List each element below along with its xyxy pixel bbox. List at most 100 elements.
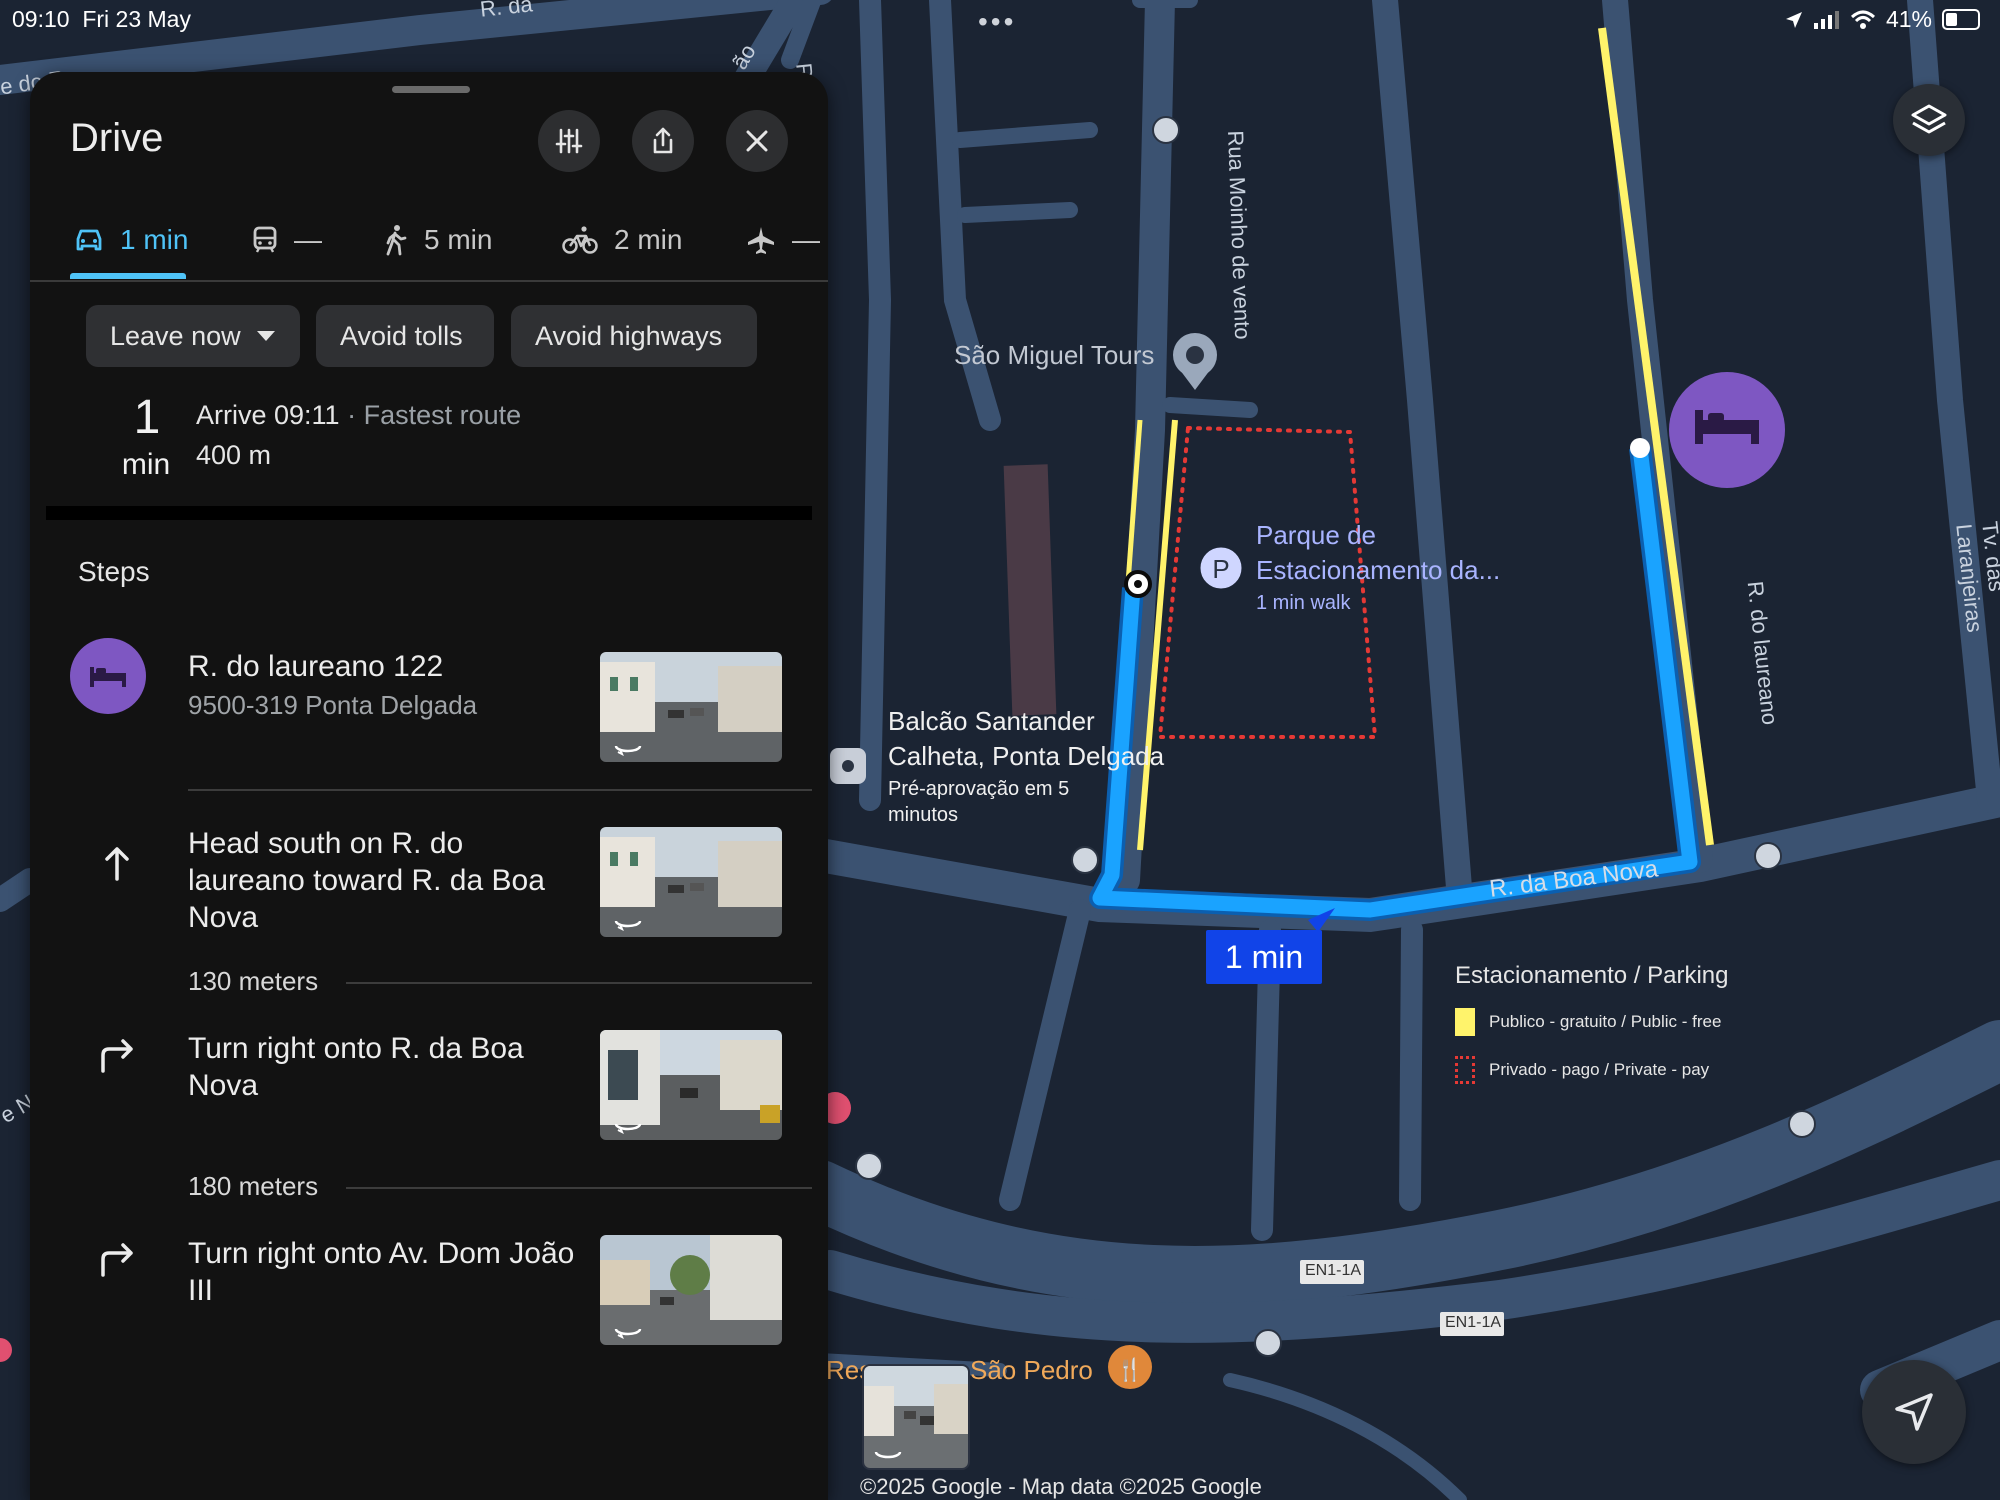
battery-icon — [1942, 9, 1980, 30]
map-label-parking-sub: 1 min walk — [1256, 592, 1351, 614]
arrival-time: Arrive 09:11 — [196, 400, 340, 430]
step-1-maneuver — [92, 838, 142, 888]
route-eta-label[interactable]: 1 min — [1206, 930, 1322, 984]
step-1-street-view[interactable] — [600, 827, 782, 937]
tab-walk-label: 5 min — [424, 224, 493, 255]
bike-icon — [562, 226, 598, 254]
origin-address: 9500-319 Ponta Delgada — [188, 690, 478, 720]
route-duration-unit: min — [121, 448, 171, 481]
map-label-santander-2[interactable]: Calheta, Ponta Delgada — [888, 741, 1164, 772]
panorama-icon — [614, 745, 642, 756]
tab-drive-label: 1 min — [120, 224, 189, 255]
panorama-icon — [614, 920, 642, 931]
route-options-button[interactable] — [538, 110, 600, 172]
map-copyright: ©2025 Google - Map data ©2025 Google — [860, 1474, 1262, 1499]
map-label-santander-1[interactable]: Balcão Santander — [888, 706, 1095, 737]
battery-percent: 41% — [1885, 6, 1932, 32]
section-divider — [46, 506, 812, 520]
tab-walk[interactable]: 5 min — [384, 200, 492, 280]
status-bar: 09:10 Fri 23 May ••• 41% — [0, 0, 2000, 40]
step-2-distance: 180 meters — [188, 1171, 319, 1201]
drag-handle[interactable] — [392, 86, 470, 93]
distance-divider — [346, 1187, 812, 1189]
parking-p-glyph: P — [1212, 554, 1229, 584]
tab-flight[interactable]: — — [746, 200, 820, 280]
map-label-santander-3: Pré-aprovação em 5 — [888, 778, 1070, 800]
share-button[interactable] — [632, 110, 694, 172]
leave-now-label: Leave now — [110, 320, 241, 351]
share-icon — [653, 127, 673, 154]
step-3-street-view[interactable] — [600, 1235, 782, 1345]
origin-street-view[interactable] — [600, 652, 782, 762]
hotel-icon — [90, 667, 126, 687]
close-icon — [746, 130, 768, 152]
legend-title: Estacionamento / Parking — [1455, 962, 1729, 989]
route-note: · Fastest route — [339, 400, 522, 430]
chevron-down-icon — [256, 331, 275, 341]
map-label-parking-2[interactable]: Estacionamento da... — [1256, 555, 1500, 586]
tab-transit[interactable]: — — [252, 200, 322, 280]
panorama-icon — [614, 1328, 642, 1339]
legend-public: Publico - gratuito / Public - free — [1455, 1008, 1745, 1036]
legend-private-swatch — [1455, 1056, 1475, 1084]
navigation-arrow-icon — [1895, 1393, 1933, 1431]
step-divider — [188, 789, 812, 791]
step-2-street-view[interactable] — [600, 1030, 782, 1140]
multitask-dots[interactable]: ••• — [978, 6, 1016, 38]
step-1-text[interactable]: Head south on R. do laureano toward R. d… — [188, 825, 578, 936]
step-2-text[interactable]: Turn right onto R. da Boa Nova — [188, 1030, 578, 1104]
panorama-icon — [614, 1123, 642, 1134]
flight-icon — [748, 227, 774, 254]
tab-bike-label: 2 min — [614, 224, 683, 255]
street-view-thumbnail[interactable] — [862, 1364, 970, 1470]
wifi-icon — [1850, 10, 1875, 29]
map-label-parking-1[interactable]: Parque de — [1256, 520, 1376, 551]
route-distance: 400 m — [196, 440, 272, 470]
legend-private: Privado - pago / Private - pay — [1455, 1056, 1745, 1084]
step-1-distance: 130 meters — [188, 966, 319, 996]
status-time: 09:10 Fri 23 May — [12, 6, 191, 32]
layers-button[interactable] — [1893, 84, 1965, 156]
tab-bike[interactable]: 2 min — [562, 200, 682, 280]
legend-public-swatch — [1455, 1008, 1475, 1036]
car-icon — [76, 229, 102, 251]
legend-private-label: Privado - pago / Private - pay — [1489, 1060, 1710, 1079]
parking-legend: Estacionamento / Parking Publico - gratu… — [1455, 962, 1745, 1104]
arrow-up-icon — [105, 847, 129, 881]
svg-text:🍴: 🍴 — [1116, 1357, 1143, 1383]
step-3-maneuver — [92, 1234, 142, 1284]
map-label-sao-miguel-tours[interactable]: São Miguel Tours — [954, 340, 1154, 371]
close-button[interactable] — [726, 110, 788, 172]
legend-public-label: Publico - gratuito / Public - free — [1489, 1012, 1722, 1031]
distance-divider — [346, 982, 812, 984]
map-label-santander-4: minutos — [888, 804, 959, 826]
road-shield-1: EN1-1A — [1305, 1262, 1362, 1279]
tab-flight-label: — — [792, 224, 820, 255]
avoid-highways-label: Avoid highways — [535, 320, 723, 351]
tab-transit-label: — — [294, 224, 322, 255]
start-navigation-button[interactable] — [1862, 1360, 1966, 1464]
avoid-highways-chip[interactable]: Avoid highways — [511, 305, 757, 367]
turn-right-icon — [101, 1039, 133, 1073]
origin-title[interactable]: R. do laureano 122 — [188, 650, 443, 684]
avoid-tolls-chip[interactable]: Avoid tolls — [316, 305, 494, 367]
travel-mode-tabs: 1 min — 5 min 2 min — — [30, 200, 828, 282]
location-arrow-icon — [1785, 11, 1802, 28]
tune-icon — [555, 128, 583, 154]
leave-now-dropdown[interactable]: Leave now — [86, 305, 300, 367]
turn-right-icon — [101, 1243, 133, 1277]
steps-heading: Steps — [78, 556, 150, 587]
layers-icon — [1911, 104, 1947, 134]
step-2-maneuver — [92, 1030, 142, 1080]
origin-marker — [70, 638, 146, 714]
tab-drive[interactable]: 1 min — [74, 200, 188, 280]
active-tab-indicator — [70, 273, 186, 279]
route-duration-value: 1 — [133, 391, 161, 444]
directions-panel: Drive 1 min — 5 min 2 min — Leave now Av… — [30, 72, 828, 1500]
step-3-text[interactable]: Turn right onto Av. Dom João III — [188, 1235, 578, 1309]
avoid-tolls-label: Avoid tolls — [340, 320, 463, 351]
cellular-signal-icon — [1813, 10, 1839, 29]
transit-icon — [253, 226, 277, 253]
status-right: 41% — [1784, 6, 1980, 33]
map-label-sao-pedro[interactable]: São Pedro — [970, 1355, 1093, 1386]
